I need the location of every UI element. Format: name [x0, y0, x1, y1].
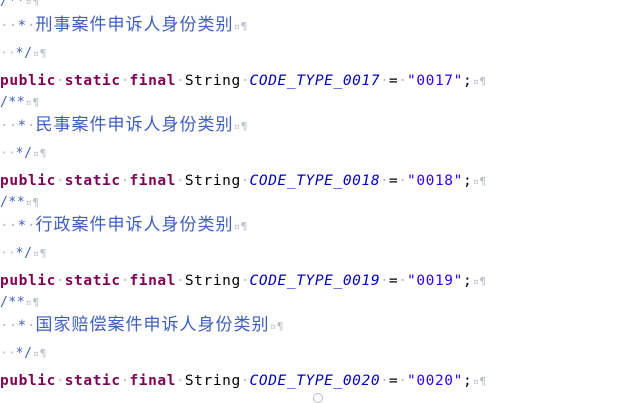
comment-open-line: /**¤¶	[0, 0, 40, 9]
comment-open-line: /**¤¶	[0, 195, 40, 210]
constant-declaration-line: public·static·final·String·CODE_TYPE_001…	[0, 273, 487, 289]
comment-description-line: ··*·民事案件申诉人身份类别¤¶	[0, 115, 249, 135]
comment-description-line: ··*·国家赔偿案件申诉人身份类别¤¶	[0, 315, 285, 335]
comment-open-line: /**¤¶	[0, 295, 40, 310]
constant-declaration-line: public·static·final·String·CODE_TYPE_002…	[0, 373, 487, 389]
comment-close-line: ··*/¤¶	[0, 246, 47, 261]
comment-description-line: ··*·刑事案件申诉人身份类别¤¶	[0, 15, 249, 35]
comment-open-line: /**¤¶	[0, 95, 40, 110]
comment-close-line: ··*/¤¶	[0, 146, 47, 161]
constant-declaration-line: public·static·final·String·CODE_TYPE_001…	[0, 173, 487, 189]
constant-declaration-line: public·static·final·String·CODE_TYPE_001…	[0, 73, 487, 89]
comment-description-line: ··*·行政案件申诉人身份类别¤¶	[0, 215, 249, 235]
comment-close-line: ··*/¤¶	[0, 346, 47, 361]
code-editor[interactable]: /**¤¶ ··*·刑事案件申诉人身份类别¤¶ ··*/¤¶ public·st…	[0, 0, 637, 403]
comment-close-line: ··*/¤¶	[0, 46, 47, 61]
mouse-cursor-icon	[313, 393, 323, 403]
